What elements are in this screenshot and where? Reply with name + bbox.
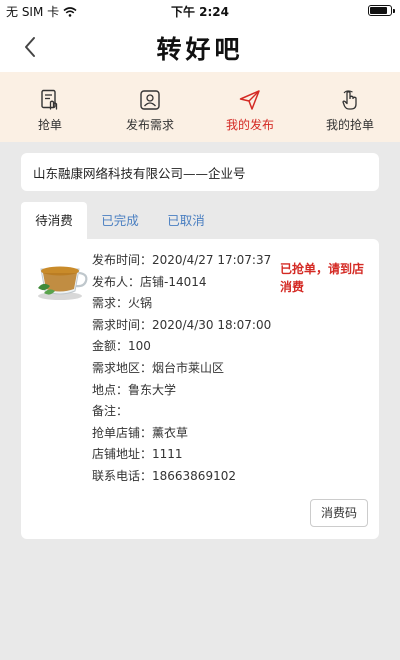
- publish-time: 发布时间：2020/4/27 17:07:37: [92, 253, 272, 267]
- tab-my-grab[interactable]: 我的抢单: [300, 72, 400, 142]
- order-details: 发布时间：2020/4/27 17:07:37 发布人：店铺-14014 需求：…: [92, 250, 271, 488]
- order-status-line: 已抢单，请到店: [280, 262, 365, 276]
- status-time: 下午 2:24: [170, 5, 230, 19]
- tab-cancelled[interactable]: 已取消: [153, 202, 219, 239]
- send-icon: [239, 90, 260, 110]
- order-status: 已抢单，请到店 消费: [280, 260, 370, 296]
- location: 地点：鲁东大学: [92, 382, 177, 397]
- top-tab-bar: 抢单 发布需求 我的发布 我的抢单: [0, 72, 400, 142]
- tab-completed[interactable]: 已完成: [87, 202, 153, 239]
- company-name: 山东融康网络科技有限公司——企业号: [21, 153, 379, 191]
- grab-shop: 抢单店铺：薰衣草: [92, 425, 189, 440]
- tab-label: 我的抢单: [325, 118, 374, 132]
- contact-phone: 联系电话：18663869102: [92, 468, 236, 483]
- tea-cup-image: [38, 266, 88, 300]
- nav-bar: 转好吧: [0, 22, 400, 72]
- order-card: 发布时间：2020/4/27 17:07:37 发布人：店铺-14014 需求：…: [21, 239, 379, 539]
- tab-pending[interactable]: 待消费: [21, 202, 87, 239]
- battery-icon: [368, 5, 395, 16]
- hand-tap-icon: [342, 90, 357, 110]
- tab-label: 抢单: [37, 118, 62, 132]
- demand-region: 需求地区：烟台市莱山区: [92, 360, 225, 375]
- demand: 需求：火锅: [92, 296, 153, 311]
- consume-code-button[interactable]: 消费码: [310, 499, 368, 527]
- publish-icon: [140, 90, 160, 110]
- status-bar: 无 SIM 卡 下午 2:24: [0, 0, 400, 22]
- tab-my-publish[interactable]: 我的发布: [200, 72, 300, 142]
- amount: 金额：100: [92, 339, 151, 354]
- remark: 备注：: [92, 404, 129, 419]
- tab-grab-order[interactable]: 抢单: [0, 72, 100, 142]
- order-status-line: 消费: [280, 280, 305, 294]
- tab-publish[interactable]: 发布需求: [100, 72, 200, 142]
- grab-order-icon: [41, 89, 58, 110]
- demand-time: 需求时间：2020/4/30 18:07:00: [92, 317, 272, 332]
- brand-logo: 转好吧: [156, 35, 244, 64]
- shop-address: 店铺地址：1111: [92, 447, 183, 462]
- publisher: 发布人：店铺-14014: [92, 274, 207, 289]
- tab-label: 我的发布: [225, 118, 274, 132]
- tab-label: 发布需求: [125, 118, 174, 132]
- order-status-tabs: 待消费 已完成 已取消: [21, 202, 379, 239]
